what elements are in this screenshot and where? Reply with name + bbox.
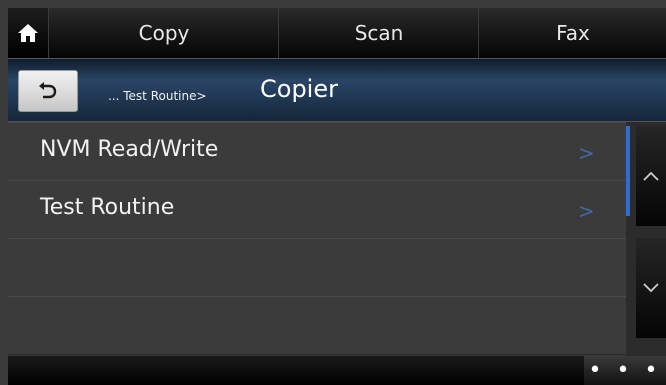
tab-fax-label: Fax (556, 21, 590, 45)
chevron-right-icon: > (578, 199, 595, 223)
list-item-test-routine[interactable]: Test Routine > (8, 180, 626, 239)
list-item-nvm-read-write[interactable]: NVM Read/Write > (8, 122, 626, 181)
breadcrumb-prefix[interactable]: ... Test Routine> (108, 89, 207, 103)
tab-scan-label: Scan (354, 21, 404, 45)
home-icon (18, 24, 38, 42)
tab-copy-label: Copy (138, 21, 190, 45)
device-screen: Copy Scan Fax ... Test Routine> Copier N… (8, 8, 666, 385)
top-tab-bar: Copy Scan Fax (8, 8, 666, 59)
breadcrumb: ... Test Routine> Copier (8, 59, 666, 122)
back-button[interactable] (18, 70, 78, 112)
bottom-bar: • • • (8, 356, 666, 385)
scroll-up-button[interactable] (636, 126, 666, 226)
page-title: Copier (260, 75, 338, 103)
tab-fax[interactable]: Fax (478, 8, 666, 58)
scroll-position-indicator (626, 126, 630, 216)
list-item-empty (8, 238, 626, 297)
list-item-empty (8, 296, 626, 355)
chevron-down-icon (643, 283, 659, 293)
back-arrow-icon (39, 82, 57, 99)
list-item-label: Test Routine (40, 195, 175, 220)
more-options-label: • • • (588, 358, 662, 383)
tab-scan[interactable]: Scan (278, 8, 479, 58)
home-button[interactable] (8, 8, 48, 58)
more-options-button[interactable]: • • • (584, 356, 666, 385)
menu-list: NVM Read/Write > Test Routine > (8, 122, 626, 356)
tab-copy[interactable]: Copy (48, 8, 279, 58)
chevron-up-icon (643, 171, 659, 181)
scroll-down-button[interactable] (636, 238, 666, 338)
chevron-right-icon: > (578, 141, 595, 165)
list-item-label: NVM Read/Write (40, 137, 219, 162)
